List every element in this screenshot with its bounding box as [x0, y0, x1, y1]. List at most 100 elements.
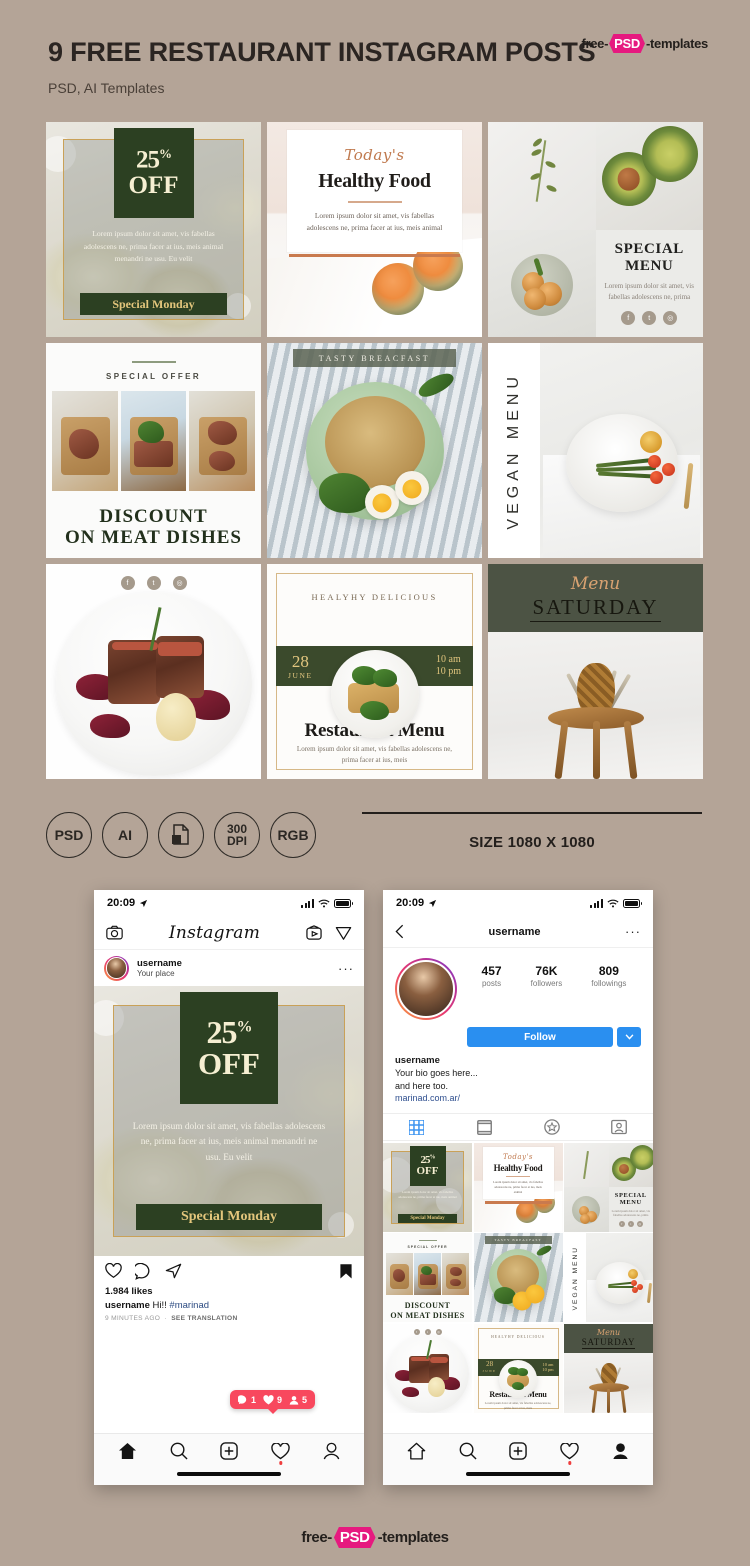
instagram-icon[interactable]: ◎: [172, 576, 187, 590]
caption-username[interactable]: username: [105, 1300, 150, 1311]
camera-icon[interactable]: [106, 925, 123, 940]
template-tile-healthy-food[interactable]: Today's Healthy Food Lorem ipsum dolor s…: [267, 122, 482, 337]
stat-posts[interactable]: 457 posts: [482, 964, 502, 1020]
caption-hashtag[interactable]: #marinad: [169, 1300, 209, 1311]
special-monday-button[interactable]: Special Monday: [136, 1204, 322, 1230]
stat-followers[interactable]: 76K followers: [531, 964, 563, 1020]
size-divider: [362, 812, 702, 815]
follow-dropdown-button[interactable]: [617, 1027, 641, 1047]
instagram-icon[interactable]: ◎: [663, 311, 678, 326]
brand-logo: free- PSD -templates: [581, 34, 708, 53]
tab-grid[interactable]: [383, 1119, 451, 1135]
meat-photo-3: [189, 390, 256, 491]
underline-rule: [530, 621, 661, 623]
stool-leg: [622, 720, 638, 779]
share-icon[interactable]: [165, 1263, 182, 1279]
bio-line2: and here too.: [395, 1080, 449, 1091]
profile-post-grid: 25% OFF Lorem ipsum dolor sit amet, vis …: [383, 1141, 653, 1414]
file-copy-icon: [172, 824, 189, 845]
grid-cell-steak-plate[interactable]: f t ◎: [383, 1323, 472, 1413]
dpi-unit: DPI: [226, 834, 247, 848]
profile-avatar[interactable]: [395, 958, 457, 1020]
post-location[interactable]: Your place: [137, 969, 182, 978]
add-post-icon[interactable]: [509, 1442, 528, 1460]
page-header: 9 FREE RESTAURANT INSTAGRAM POSTS PSD, A…: [48, 34, 708, 96]
followers-count: 76K: [535, 964, 558, 978]
profile-icon[interactable]: [323, 1442, 340, 1460]
back-chevron-icon[interactable]: [395, 924, 404, 939]
tab-feed[interactable]: [451, 1119, 519, 1135]
template-tile-tasty-breacfast[interactable]: TASTY BREACFAST: [267, 343, 482, 558]
tagged-icon: [611, 1120, 628, 1135]
size-label: SIZE 1080 X 1080: [469, 834, 595, 852]
grid-cell-menu-saturday[interactable]: SATURDAY Menu: [564, 1323, 653, 1413]
search-icon[interactable]: [170, 1442, 188, 1460]
comment-icon[interactable]: [135, 1262, 152, 1280]
stat-followings[interactable]: 809 followings: [591, 964, 626, 1020]
avocado-half-right: [641, 126, 698, 182]
template-tile-steak-plate[interactable]: f t ◎: [46, 564, 261, 779]
brand-logo-badge: PSD: [609, 34, 645, 53]
grid-cell-discount-meat[interactable]: SPECIAL OFFER DISCOUNT ON MEAT DISHES: [383, 1233, 472, 1323]
follow-row: Follow: [467, 1027, 641, 1047]
grid-cell-tasty-breacfast[interactable]: TASTY BREACFAST: [473, 1233, 563, 1323]
twitter-icon[interactable]: t: [642, 311, 657, 326]
profile-icon[interactable]: [612, 1442, 629, 1460]
person-icon: [289, 1395, 299, 1405]
heart-icon[interactable]: [105, 1263, 122, 1279]
post-image[interactable]: 25% OFF Lorem ipsum dolor sit amet, vis …: [94, 986, 364, 1256]
grid-cell-restaurant-menu[interactable]: HEALYHY DELICIOUS 28JUNE 10 am10 pm Rest…: [473, 1323, 563, 1413]
tab-saved[interactable]: [518, 1119, 586, 1136]
followings-label: followings: [591, 979, 627, 988]
home-icon[interactable]: [118, 1442, 137, 1460]
activity-heart-icon[interactable]: [271, 1442, 290, 1460]
tasty-breacfast-label: TASTY BREACFAST: [293, 349, 456, 367]
soft-boiled-egg-left: [365, 485, 399, 519]
profile-more-button[interactable]: ···: [625, 924, 641, 939]
avatar[interactable]: [104, 955, 129, 981]
restaurant-menu-body: Lorem ipsum dolor sit amet, vis fabellas…: [296, 745, 453, 765]
template-tile-discount-25-off[interactable]: 25% OFF Lorem ipsum dolor sit amet, vis …: [46, 122, 261, 337]
battery-icon: [623, 898, 643, 908]
brand-logo-post: -templates: [645, 36, 708, 51]
search-icon[interactable]: [459, 1442, 477, 1460]
template-tile-restaurant-menu[interactable]: HEALYHY DELICIOUS 28 JUNE 10 am 10 pm Re…: [267, 564, 482, 779]
status-indicators: [301, 898, 354, 908]
healyhy-delicious-kicker: HEALYHY DELICIOUS: [311, 592, 438, 602]
facebook-icon[interactable]: f: [120, 576, 135, 590]
discount-off-label: OFF: [128, 171, 179, 199]
date-day: 28: [291, 651, 309, 671]
activity-heart-icon[interactable]: [560, 1442, 579, 1460]
grid-cell-special-menu[interactable]: SPECIAL MENU Lorem ipsum dolor sit amet,…: [564, 1142, 653, 1232]
see-translation-link[interactable]: SEE TRANSLATION: [171, 1315, 237, 1322]
twitter-icon[interactable]: t: [146, 576, 161, 590]
activity-tab[interactable]: [271, 1442, 290, 1465]
igtv-icon[interactable]: [306, 925, 322, 940]
grid-cell-healthy-food[interactable]: Today's Healthy Food Lorem ipsum dolor s…: [473, 1142, 563, 1232]
bio-link[interactable]: marinad.com.ar/: [395, 1093, 460, 1103]
direct-message-icon[interactable]: [335, 925, 352, 941]
template-tile-menu-saturday[interactable]: SATURDAY Menu: [488, 564, 703, 779]
follow-button[interactable]: Follow: [467, 1027, 613, 1047]
thyme-photo: [488, 122, 596, 230]
bottom-tab-bar: [383, 1433, 653, 1485]
special-monday-button[interactable]: Special Monday: [80, 293, 227, 315]
template-tile-discount-meat[interactable]: SPECIAL OFFER DISCOUNT ON MEAT DISHES: [46, 343, 261, 558]
grid-cell-vegan-menu[interactable]: VEGAN MENU: [564, 1233, 653, 1323]
footer-logo-badge: PSD: [333, 1527, 376, 1548]
grid-icon: [409, 1119, 425, 1135]
facebook-icon[interactable]: f: [621, 311, 636, 326]
post-more-button[interactable]: ···: [338, 961, 354, 976]
template-tile-special-menu[interactable]: SPECIAL MENU Lorem ipsum dolor sit amet,…: [488, 122, 703, 337]
phone-mockup-profile: 20:09 username ··· 457 posts 76K followe…: [383, 890, 653, 1485]
add-post-icon[interactable]: [220, 1442, 239, 1460]
template-tile-vegan-menu[interactable]: VEGAN MENU: [488, 343, 703, 558]
bookmark-icon[interactable]: [339, 1263, 353, 1280]
activity-tab[interactable]: [560, 1442, 579, 1465]
tab-tagged[interactable]: [586, 1119, 654, 1135]
post-username[interactable]: username: [137, 958, 182, 970]
home-icon[interactable]: [407, 1442, 426, 1460]
wifi-icon: [318, 899, 330, 907]
posts-count: 457: [481, 964, 502, 978]
grid-cell-discount-25-off[interactable]: 25% OFF Lorem ipsum dolor sit amet, vis …: [383, 1142, 472, 1232]
